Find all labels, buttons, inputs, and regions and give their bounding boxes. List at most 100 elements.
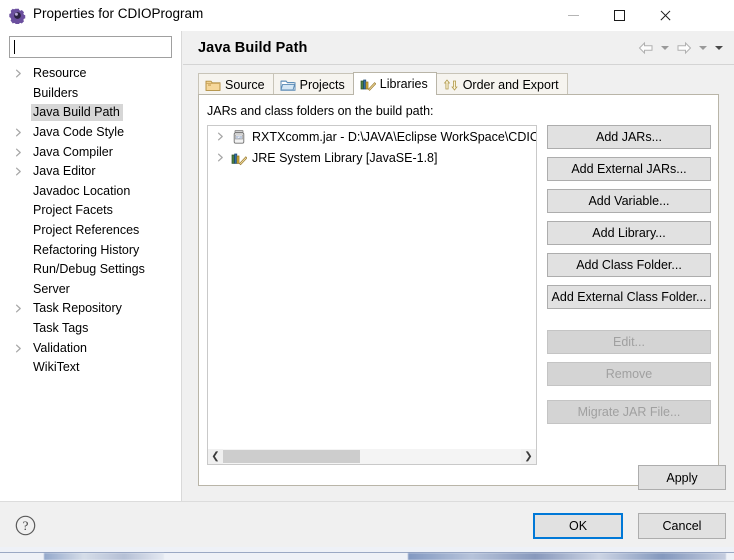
filter-input[interactable] [9, 36, 172, 58]
expand-arrow-icon[interactable] [216, 132, 225, 141]
sidebar-item-javadoc-location[interactable]: Javadoc Location [0, 182, 181, 202]
sidebar-item-java-editor[interactable]: Java Editor [0, 162, 181, 182]
source-folder-icon [205, 80, 221, 91]
back-arrow-icon [638, 41, 653, 55]
sidebar-item-builders[interactable]: Builders [0, 84, 181, 104]
remove-button: Remove [547, 362, 711, 386]
background-blur-left [44, 553, 164, 560]
classpath-entry-label: RXTXcomm.jar - D:\JAVA\Eclipse WorkSpace… [252, 129, 537, 144]
classpath-entry-row[interactable]: JRE System Library [JavaSE-1.8] [208, 147, 536, 168]
horizontal-scrollbar[interactable]: ❮ ❯ [207, 449, 537, 465]
order-arrows-icon [443, 78, 458, 91]
expand-arrow-icon[interactable] [14, 148, 23, 157]
close-icon [659, 9, 672, 22]
maximize-icon [613, 10, 625, 21]
sidebar-item-java-compiler[interactable]: Java Compiler [0, 142, 181, 162]
sidebar-item-label: Java Build Path [31, 104, 123, 122]
sidebar-item-label: WikiText [33, 360, 80, 375]
sidebar-item-task-tags[interactable]: Task Tags [0, 319, 181, 339]
tab-projects[interactable]: Projects [272, 73, 354, 95]
libraries-tab-panel: JARs and class folders on the build path… [198, 94, 719, 486]
tab-label: Source [225, 77, 265, 92]
forward-history-dropdown[interactable] [696, 38, 710, 58]
sidebar-item-java-code-style[interactable]: Java Code Style [0, 123, 181, 143]
forward-button[interactable] [674, 38, 694, 58]
scrollbar-thumb[interactable] [223, 450, 360, 463]
text-caret [14, 40, 15, 54]
sidebar-item-label: Java Compiler [33, 144, 113, 159]
sidebar-item-java-build-path[interactable]: Java Build Path [0, 103, 181, 123]
minimize-button[interactable] [550, 0, 596, 31]
scroll-left-icon[interactable]: ❮ [208, 449, 223, 464]
sidebar-item-validation[interactable]: Validation [0, 338, 181, 358]
classpath-entry-list[interactable]: 010 RXTXcomm.jar - D:\JAVA\Eclipse WorkSp… [207, 125, 537, 450]
minimize-icon [567, 15, 579, 16]
window-title: Properties for CDIOProgram [33, 6, 204, 21]
add-library-button[interactable]: Add Library... [547, 221, 711, 245]
sidebar-item-label: Validation [33, 340, 87, 355]
expand-arrow-icon[interactable] [216, 153, 225, 162]
sidebar-item-label: Run/Debug Settings [33, 262, 145, 277]
tab-source[interactable]: Source [198, 73, 274, 95]
classpath-entry-row[interactable]: 010 RXTXcomm.jar - D:\JAVA\Eclipse WorkSp… [208, 126, 536, 147]
add-jars-button[interactable]: Add JARs... [547, 125, 711, 149]
settings-sidebar: Resource Builders Java Build Path Java Code… [0, 31, 182, 501]
page-title: Java Build Path [198, 40, 308, 56]
ok-button[interactable]: OK [533, 513, 623, 539]
title-bar: Properties for CDIOProgram [0, 0, 734, 31]
tab-label: Libraries [379, 77, 428, 91]
sidebar-item-run-debug-settings[interactable]: Run/Debug Settings [0, 260, 181, 280]
tab-libraries[interactable]: Libraries [352, 72, 437, 95]
dialog-footer: ? [0, 501, 734, 547]
add-external-jars-button[interactable]: Add External JARs... [547, 157, 711, 181]
apply-button[interactable]: Apply [638, 465, 726, 490]
sidebar-item-resource[interactable]: Resource [0, 64, 181, 84]
build-path-tabs: Source Projects Libraries Order and Export [198, 72, 719, 95]
scrollbar-track[interactable] [223, 449, 521, 464]
desktop-background-strip [0, 547, 734, 560]
content-pane: Java Build Path Source Projects Librarie… [183, 31, 734, 501]
add-class-folder-button[interactable]: Add Class Folder... [547, 253, 711, 277]
projects-folder-icon [280, 80, 296, 91]
close-button[interactable] [642, 0, 688, 31]
sidebar-item-label: Builders [33, 85, 79, 100]
back-history-dropdown[interactable] [658, 38, 672, 58]
properties-dialog: Properties for CDIOProgram Resource Build… [0, 0, 734, 547]
back-button[interactable] [636, 38, 656, 58]
cancel-button[interactable]: Cancel [638, 513, 726, 539]
classpath-entry-label: JRE System Library [JavaSE-1.8] [252, 150, 438, 165]
chevron-down-icon [661, 46, 669, 50]
forward-arrow-icon [677, 41, 692, 55]
maximize-button[interactable] [596, 0, 642, 31]
sidebar-item-label: Java Code Style [33, 125, 125, 140]
sidebar-item-label: Project Facets [33, 203, 113, 218]
edit-button: Edit... [547, 330, 711, 354]
expand-arrow-icon[interactable] [14, 69, 23, 78]
scroll-right-icon[interactable]: ❯ [521, 449, 536, 464]
background-blur-right [408, 553, 726, 560]
help-icon[interactable]: ? [15, 515, 36, 536]
sidebar-item-server[interactable]: Server [0, 280, 181, 300]
expand-arrow-icon[interactable] [14, 167, 23, 176]
sidebar-item-project-facets[interactable]: Project Facets [0, 201, 181, 221]
add-external-class-folder-button[interactable]: Add External Class Folder... [547, 285, 711, 309]
classpath-action-buttons: Add JARs... Add External JARs... Add Varia… [547, 125, 711, 432]
sidebar-item-task-repository[interactable]: Task Repository [0, 299, 181, 319]
view-menu-button[interactable] [712, 38, 726, 58]
sidebar-item-refactoring-history[interactable]: Refactoring History [0, 240, 181, 260]
jar-icon: 010 [233, 129, 245, 144]
navigation-toolbar [636, 38, 726, 58]
tab-order-and-export[interactable]: Order and Export [435, 73, 568, 95]
add-variable-button[interactable]: Add Variable... [547, 189, 711, 213]
settings-tree: Resource Builders Java Build Path Java Code… [0, 64, 181, 378]
expand-arrow-icon[interactable] [14, 344, 23, 353]
svg-text:?: ? [23, 518, 29, 533]
expand-arrow-icon[interactable] [14, 304, 23, 313]
properties-gear-icon [9, 7, 26, 25]
title-divider [183, 64, 734, 65]
sidebar-item-project-references[interactable]: Project References [0, 221, 181, 241]
libraries-books-icon [360, 79, 376, 91]
expand-arrow-icon[interactable] [14, 128, 23, 137]
sidebar-item-wikitext[interactable]: WikiText [0, 358, 181, 378]
sidebar-item-label: Resource [33, 66, 87, 81]
